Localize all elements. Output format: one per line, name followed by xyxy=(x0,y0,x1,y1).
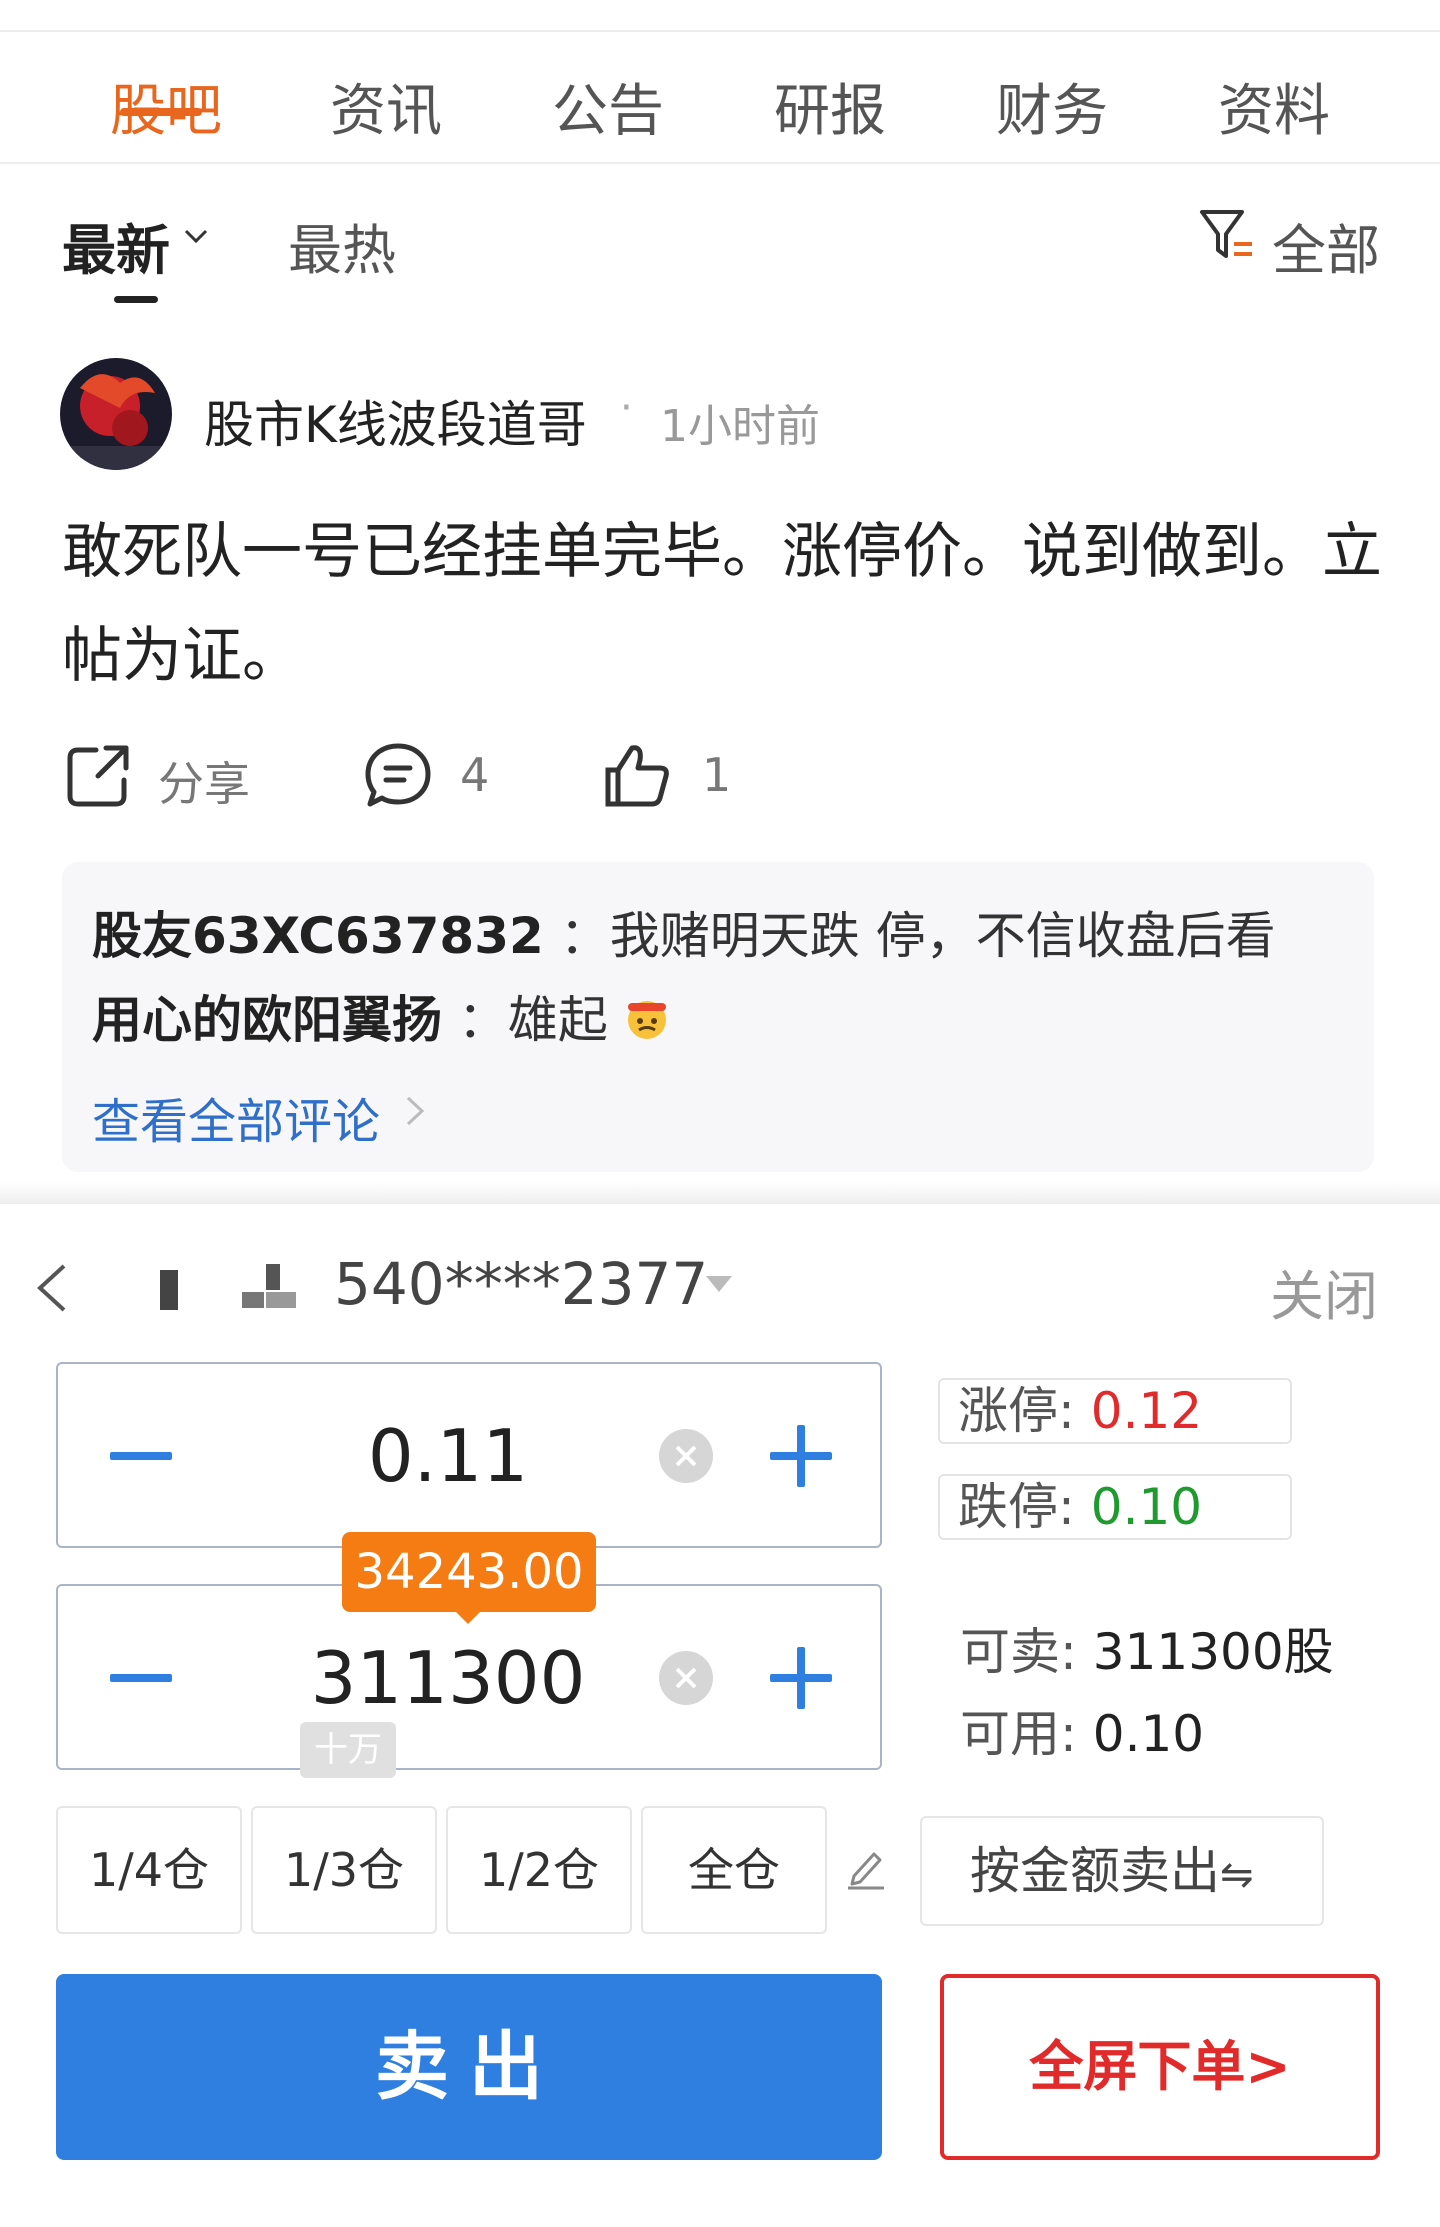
limit-down-box[interactable]: 跌停: 0.10 xyxy=(938,1474,1292,1540)
tab-finance[interactable]: 财务 xyxy=(996,66,1108,147)
separator-dot: · xyxy=(620,385,633,431)
comment-text: 我赌明天跌 停，不信收盘后看 xyxy=(609,907,1276,965)
filter-icon[interactable] xyxy=(1196,206,1256,266)
tab-news[interactable]: 资讯 xyxy=(330,66,442,147)
tab-announcements[interactable]: 公告 xyxy=(552,66,664,147)
position-third-button[interactable]: 1/3仓 xyxy=(251,1806,437,1934)
comment-item[interactable]: 股友63XC637832 ：我赌明天跌 停，不信收盘后看 xyxy=(92,896,1276,968)
swap-icon: ⇋ xyxy=(1220,1852,1254,1898)
quantity-plus-button[interactable] xyxy=(797,1647,805,1709)
quantity-minus-button[interactable] xyxy=(110,1674,172,1682)
comment-user[interactable]: 用心的欧阳翼扬 xyxy=(92,991,442,1049)
available-value: 0.10 xyxy=(1092,1705,1205,1763)
position-half-button[interactable]: 1/2仓 xyxy=(446,1806,632,1934)
position-quarter-button[interactable]: 1/4仓 xyxy=(56,1806,242,1934)
position-full-button[interactable]: 全仓 xyxy=(641,1806,827,1934)
sort-hot[interactable]: 最热 xyxy=(288,206,396,285)
back-arrow-icon[interactable] xyxy=(28,1258,78,1318)
share-icon[interactable] xyxy=(62,740,134,812)
account-number[interactable]: 540****2377 xyxy=(334,1250,708,1318)
tab-research[interactable]: 研报 xyxy=(774,66,886,147)
sell-button[interactable]: 卖出 xyxy=(56,1974,882,2160)
fullscreen-order-button[interactable]: 全屏下单> xyxy=(940,1974,1380,2160)
comment-separator: ： xyxy=(559,907,610,965)
limit-up-box[interactable]: 涨停: 0.12 xyxy=(938,1378,1292,1444)
unit-hint: 十万 xyxy=(300,1722,396,1778)
caret-down-icon[interactable] xyxy=(704,1274,734,1294)
limit-down-value[interactable]: 0.10 xyxy=(1091,1478,1202,1536)
share-label[interactable]: 分享 xyxy=(158,748,250,814)
available-info: 可用: 0.10 xyxy=(960,1694,1204,1766)
limit-up-value[interactable]: 0.12 xyxy=(1091,1382,1202,1440)
available-label: 可用: xyxy=(960,1705,1077,1763)
account-mask xyxy=(160,1270,178,1310)
comment-preview-box[interactable]: 股友63XC637832 ：我赌明天跌 停，不信收盘后看 用心的欧阳翼扬 ：雄起… xyxy=(62,862,1374,1172)
chevron-right-icon[interactable] xyxy=(402,1094,428,1128)
account-mask xyxy=(242,1264,296,1308)
like-count[interactable]: 1 xyxy=(702,748,731,802)
clear-icon[interactable] xyxy=(658,1650,714,1706)
tab-bar: 股吧 资讯 公告 研报 财务 资料 xyxy=(0,32,1440,164)
edit-icon[interactable] xyxy=(844,1846,888,1892)
thumbs-up-icon[interactable] xyxy=(602,740,674,812)
filter-label[interactable]: 全部 xyxy=(1272,206,1380,285)
emoji-icon xyxy=(627,1001,666,1039)
tab-profile[interactable]: 资料 xyxy=(1218,66,1330,147)
panel-shadow xyxy=(0,1182,1440,1204)
amount-tooltip: 34243.00 xyxy=(342,1532,596,1612)
sellable-label: 可卖: xyxy=(960,1623,1077,1681)
post-content[interactable]: 敢死队一号已经挂单完毕。涨停价。说到做到。立帖为证。 xyxy=(62,500,1382,708)
sell-by-amount-button[interactable]: 按金额卖出⇋ xyxy=(920,1816,1324,1926)
sort-indicator xyxy=(114,296,158,303)
author-name[interactable]: 股市K线波段道哥 xyxy=(204,385,587,457)
post-time: 1小时前 xyxy=(660,401,820,452)
sort-latest[interactable]: 最新 xyxy=(62,206,170,285)
price-minus-button[interactable] xyxy=(110,1452,172,1460)
close-button[interactable]: 关闭 xyxy=(1270,1252,1378,1331)
amount-tooltip-arrow xyxy=(454,1610,482,1624)
chevron-down-icon[interactable] xyxy=(182,222,210,250)
sellable-info: 可卖: 311300股 xyxy=(960,1612,1334,1684)
view-all-comments-link[interactable]: 查看全部评论 xyxy=(92,1082,380,1152)
price-stepper[interactable]: 0.11 xyxy=(56,1362,882,1548)
comment-text: 雄起 xyxy=(507,991,608,1049)
quantity-input[interactable]: 311300 xyxy=(198,1636,698,1720)
active-tab-indicator xyxy=(120,108,202,116)
limit-up-label: 涨停: xyxy=(958,1382,1075,1440)
comment-user[interactable]: 股友63XC637832 xyxy=(92,907,544,965)
price-plus-button[interactable] xyxy=(797,1425,805,1487)
sellable-value: 311300股 xyxy=(1092,1623,1334,1681)
sell-by-amount-label: 按金额卖出 xyxy=(970,1842,1220,1900)
comment-separator: ： xyxy=(457,991,508,1049)
comment-item[interactable]: 用心的欧阳翼扬 ：雄起 xyxy=(92,980,670,1052)
limit-down-label: 跌停: xyxy=(958,1478,1075,1536)
avatar[interactable] xyxy=(60,358,172,470)
tab-guba[interactable]: 股吧 xyxy=(110,66,222,147)
comment-icon[interactable] xyxy=(362,740,434,812)
clear-icon[interactable] xyxy=(658,1428,714,1484)
price-input[interactable]: 0.11 xyxy=(198,1414,698,1498)
comment-count[interactable]: 4 xyxy=(460,748,489,802)
